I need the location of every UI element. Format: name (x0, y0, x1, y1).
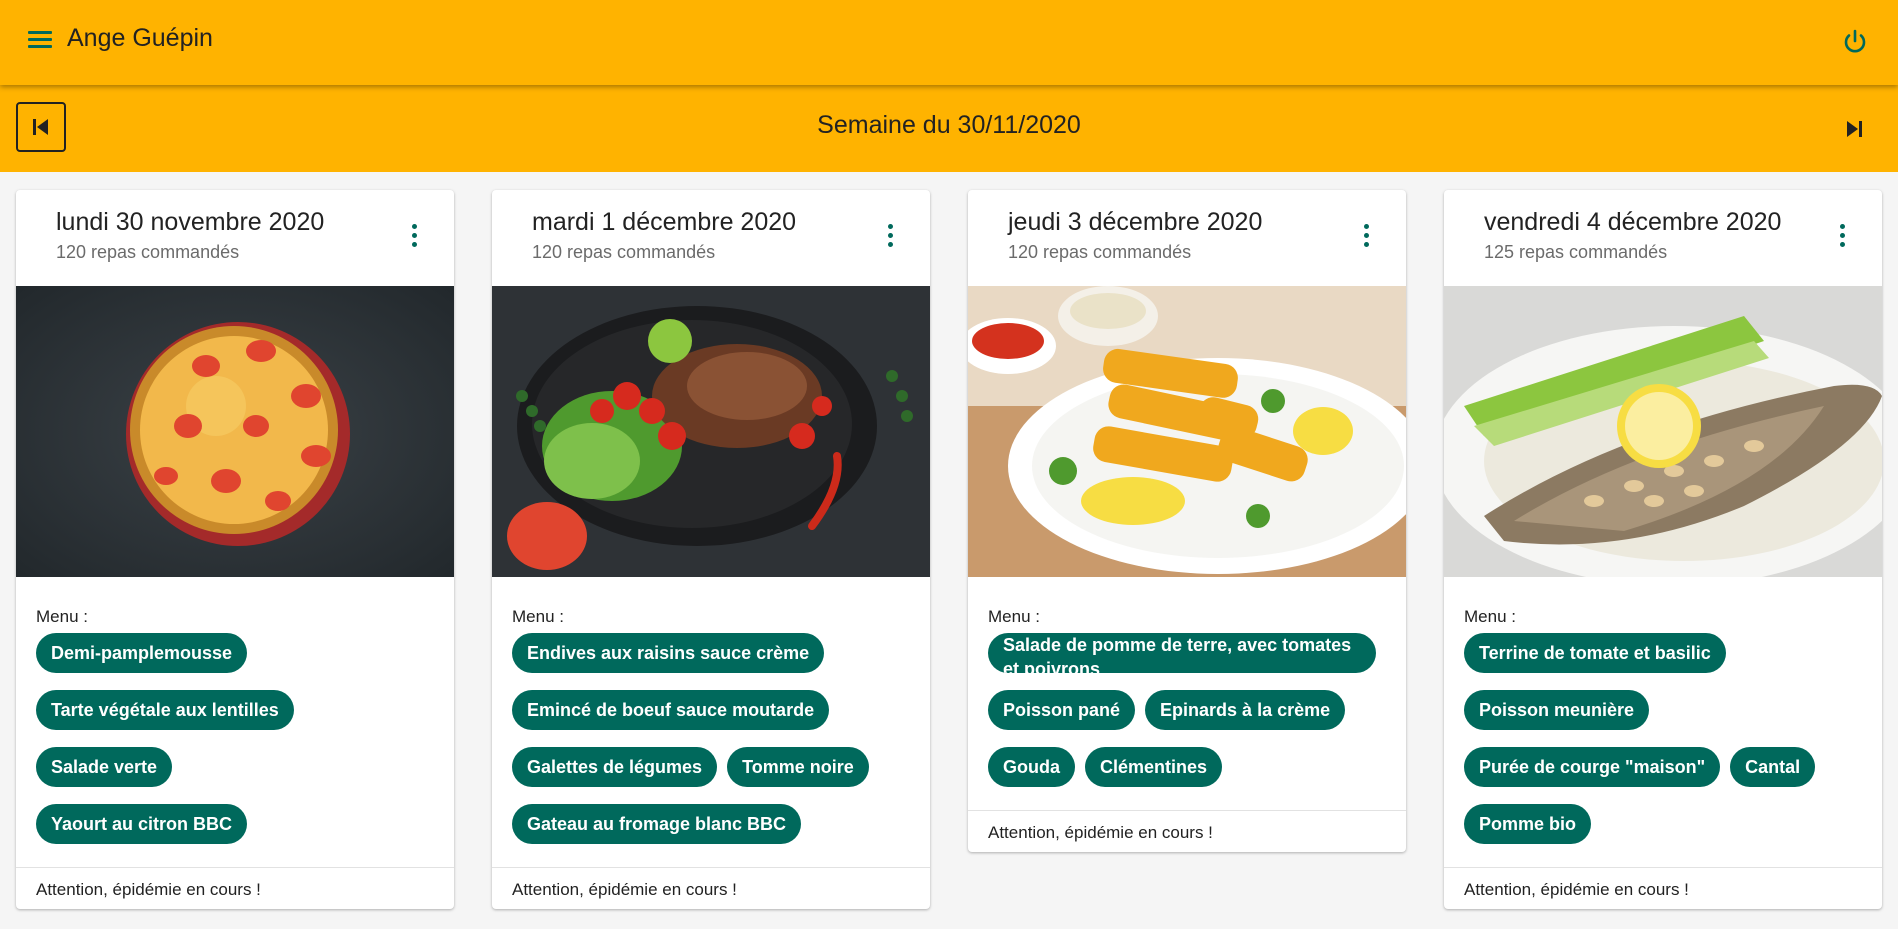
dish-chip[interactable]: Yaourt au citron BBC (36, 804, 248, 844)
dish-chip[interactable]: Tomme noire (727, 747, 869, 787)
dish-chip[interactable]: Purée de courge "maison" (1464, 747, 1721, 787)
card-footer-notice: Attention, épidémie en cours ! (492, 867, 930, 909)
menu-label: Menu : (512, 607, 564, 626)
dish-chip[interactable]: Emincé de boeuf sauce moutarde (512, 690, 830, 730)
meals-ordered-count: 120 repas commandés (1008, 242, 1192, 262)
card-footer-notice: Attention, épidémie en cours ! (16, 867, 454, 909)
dish-chip[interactable]: Gateau au fromage blanc BBC (512, 804, 802, 844)
app-bar: Ange Guépin (0, 0, 1898, 85)
day-card: vendredi 4 décembre 2020 125 repas comma… (1444, 190, 1882, 909)
power-icon[interactable] (1840, 27, 1870, 57)
dish-chip[interactable]: Cantal (1730, 747, 1816, 787)
dish-chip[interactable]: Poisson meunière (1464, 690, 1650, 730)
menu-label: Menu : (1464, 607, 1516, 626)
dish-chip[interactable]: Galettes de légumes (512, 747, 718, 787)
dish-chip[interactable]: Salade de pomme de terre, avec tomates e… (988, 633, 1376, 673)
dish-chip[interactable]: Clémentines (1085, 747, 1223, 787)
day-card: jeudi 3 décembre 2020 120 repas commandé… (968, 190, 1406, 852)
day-card: lundi 30 novembre 2020 120 repas command… (16, 190, 454, 909)
dish-chip[interactable]: Epinards à la crème (1145, 690, 1346, 730)
meals-ordered-count: 120 repas commandés (532, 242, 716, 262)
hamburger-menu-icon[interactable] (28, 29, 54, 55)
card-footer-notice: Attention, épidémie en cours ! (1444, 867, 1882, 909)
dish-chip[interactable]: Terrine de tomate et basilic (1464, 633, 1726, 673)
skip-next-icon (1847, 121, 1862, 137)
menu-label: Menu : (988, 607, 1040, 626)
grilled-steak-salad-photo (492, 286, 930, 577)
dish-chip[interactable]: Pomme bio (1464, 804, 1592, 844)
dish-chip[interactable]: Tarte végétale aux lentilles (36, 690, 294, 730)
fish-sticks-photo (968, 286, 1406, 577)
dish-chip[interactable]: Gouda (988, 747, 1075, 787)
next-week-button[interactable] (1840, 115, 1868, 143)
dish-chip[interactable]: Endives aux raisins sauce crème (512, 633, 825, 673)
dish-chip[interactable]: Poisson pané (988, 690, 1136, 730)
more-options-icon[interactable] (412, 224, 418, 250)
app-title: Ange Guépin (67, 24, 213, 52)
day-card: mardi 1 décembre 2020 120 repas commandé… (492, 190, 930, 909)
card-footer-notice: Attention, épidémie en cours ! (968, 810, 1406, 852)
fish-meuniere-photo (1444, 286, 1882, 577)
more-options-icon[interactable] (1840, 224, 1846, 250)
meals-ordered-count: 125 repas commandés (1484, 242, 1668, 262)
quiche-tomato-photo (16, 286, 454, 577)
week-title: Semaine du 30/11/2020 (817, 111, 1081, 139)
day-title: vendredi 4 décembre 2020 (1484, 208, 1782, 236)
day-title: jeudi 3 décembre 2020 (1008, 208, 1263, 236)
more-options-icon[interactable] (1364, 224, 1370, 250)
day-title: mardi 1 décembre 2020 (532, 208, 797, 236)
week-navigation-bar: Semaine du 30/11/2020 (0, 85, 1898, 172)
menu-label: Menu : (36, 607, 88, 626)
more-options-icon[interactable] (888, 224, 894, 250)
meals-ordered-count: 120 repas commandés (56, 242, 240, 262)
day-title: lundi 30 novembre 2020 (56, 208, 325, 236)
dish-chip[interactable]: Salade verte (36, 747, 173, 787)
dish-chip[interactable]: Demi-pamplemousse (36, 633, 248, 673)
